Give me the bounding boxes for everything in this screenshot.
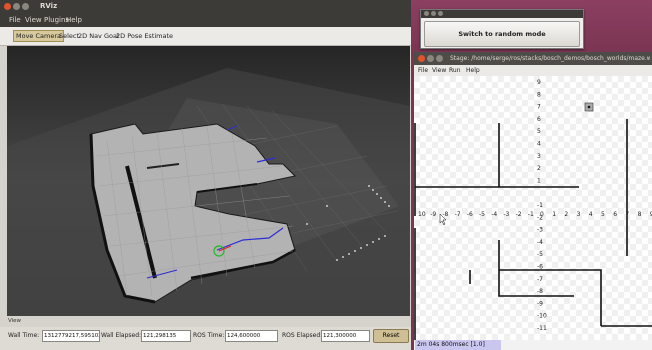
y-axis-label: 9 <box>537 79 541 86</box>
reset-button[interactable]: Reset <box>373 329 409 343</box>
ros-time-field[interactable]: 124,600000 <box>225 330 278 342</box>
minimize-icon[interactable] <box>431 11 436 16</box>
y-axis-label: -11 <box>537 325 547 332</box>
y-axis-label: -6 <box>537 264 543 271</box>
stage-title: Stage: /home/serge/ros/stacks/bosch_demo… <box>450 55 650 62</box>
maximize-icon[interactable] <box>438 11 443 16</box>
y-axis-label: 6 <box>537 116 541 123</box>
simulation-time: 2m 04s 800msec [1.0] <box>415 340 501 350</box>
close-icon[interactable] <box>424 11 429 16</box>
x-axis-label: 6 <box>613 211 617 218</box>
y-axis-label: 2 <box>537 165 541 172</box>
ros-time-label: ROS Time: <box>193 332 225 339</box>
wall-time-field[interactable]: 1312779217,595102 <box>42 330 100 342</box>
maximize-icon[interactable] <box>436 55 443 62</box>
ros-elapsed-field[interactable]: 121,300000 <box>321 330 370 342</box>
y-axis-label: -9 <box>537 300 543 307</box>
y-axis-label: -8 <box>537 288 543 295</box>
rviz-toolbar: Move Camera Select 2D Nav Goal 2D Pose E… <box>0 27 411 46</box>
x-axis-label: -5 <box>479 211 485 218</box>
y-axis-label: -10 <box>537 313 547 320</box>
wall-elapsed-label: Wall Elapsed: <box>101 332 142 339</box>
tool-2d-pose-estimate[interactable]: 2D Pose Estimate <box>114 31 175 41</box>
x-axis-label: -1 <box>528 211 534 218</box>
y-axis-label: 8 <box>537 91 541 98</box>
minimize-icon[interactable] <box>13 3 20 10</box>
menu-file[interactable]: File <box>9 16 21 24</box>
rviz-menubar: File View Plugins Help <box>0 13 411 27</box>
x-axis-label: -8 <box>442 211 448 218</box>
x-axis-label: -7 <box>455 211 461 218</box>
y-axis-label: 5 <box>537 128 541 135</box>
y-axis-label: 3 <box>537 153 541 160</box>
3d-viewport[interactable] <box>7 46 410 316</box>
ros-elapsed-label: ROS Elapsed: <box>282 332 323 339</box>
x-axis-label: -4 <box>491 211 497 218</box>
random-mode-title-bar <box>421 10 583 18</box>
stage-statusbar: 2m 04s 800msec [1.0] <box>414 340 652 350</box>
x-axis-label: -9 <box>430 211 436 218</box>
close-icon[interactable] <box>418 55 425 62</box>
stage-map-canvas[interactable]: 10 -9 -8 -7 -6 -5 -4 -3 -2 -1 0 1 2 3 4 5 6 7 8 9 987654321… <box>414 76 652 340</box>
stage-window: Stage: /home/serge/ros/stacks/bosch_demo… <box>414 52 652 350</box>
stage-menu-file[interactable]: File <box>418 67 428 74</box>
y-axis-label: -1 <box>537 202 543 209</box>
rviz-title-bar: RViz <box>0 0 411 13</box>
stage-title-bar: Stage: /home/serge/ros/stacks/bosch_demo… <box>414 52 652 65</box>
random-mode-window: Switch to random mode <box>420 9 584 49</box>
x-axis-label: 4 <box>589 211 593 218</box>
view-panel-label: View <box>0 318 411 326</box>
x-axis-label: -3 <box>503 211 509 218</box>
window-title: RViz <box>40 2 58 10</box>
maximize-icon[interactable] <box>22 3 29 10</box>
y-axis-label: 1 <box>537 177 541 184</box>
stage-map: 10 -9 -8 -7 -6 -5 -4 -3 -2 -1 0 1 2 3 4 5 6 7 8 9 987654321… <box>414 76 652 340</box>
x-axis-label: 5 <box>601 211 605 218</box>
menu-view[interactable]: View <box>25 16 42 24</box>
wall-elapsed-field[interactable]: 121,298135 <box>141 330 191 342</box>
x-axis-label: -6 <box>467 211 473 218</box>
map-render <box>7 46 410 316</box>
switch-random-mode-button[interactable]: Switch to random mode <box>424 21 580 47</box>
y-axis-label: -4 <box>537 239 543 246</box>
menu-help[interactable]: Help <box>66 16 82 24</box>
rviz-window: RViz File View Plugins Help Move Camera … <box>0 0 411 350</box>
y-axis-label: -3 <box>537 227 543 234</box>
x-axis-label: 7 <box>625 211 629 218</box>
stage-menu-help[interactable]: Help <box>466 67 480 74</box>
time-panel: Wall Time: 1312779217,595102 Wall Elapse… <box>0 327 411 350</box>
y-axis-label: -7 <box>537 276 543 283</box>
y-axis-label: -5 <box>537 251 543 258</box>
view-label-text: View <box>8 318 22 324</box>
x-axis-label: 10 <box>418 211 426 218</box>
x-axis-label: 2 <box>564 211 568 218</box>
x-axis-label: 3 <box>577 211 581 218</box>
close-icon[interactable] <box>4 3 11 10</box>
x-axis-label: 8 <box>638 211 642 218</box>
minimize-icon[interactable] <box>427 55 434 62</box>
x-axis-label: 1 <box>552 211 556 218</box>
y-axis-label: 4 <box>537 141 541 148</box>
y-axis-label: 7 <box>537 104 541 111</box>
stage-menu-run[interactable]: Run <box>449 67 461 74</box>
stage-menu-view[interactable]: View <box>432 67 446 74</box>
y-axis-label: -2 <box>537 214 543 221</box>
x-axis-label: -2 <box>516 211 522 218</box>
wall-time-label: Wall Time: <box>8 332 40 339</box>
